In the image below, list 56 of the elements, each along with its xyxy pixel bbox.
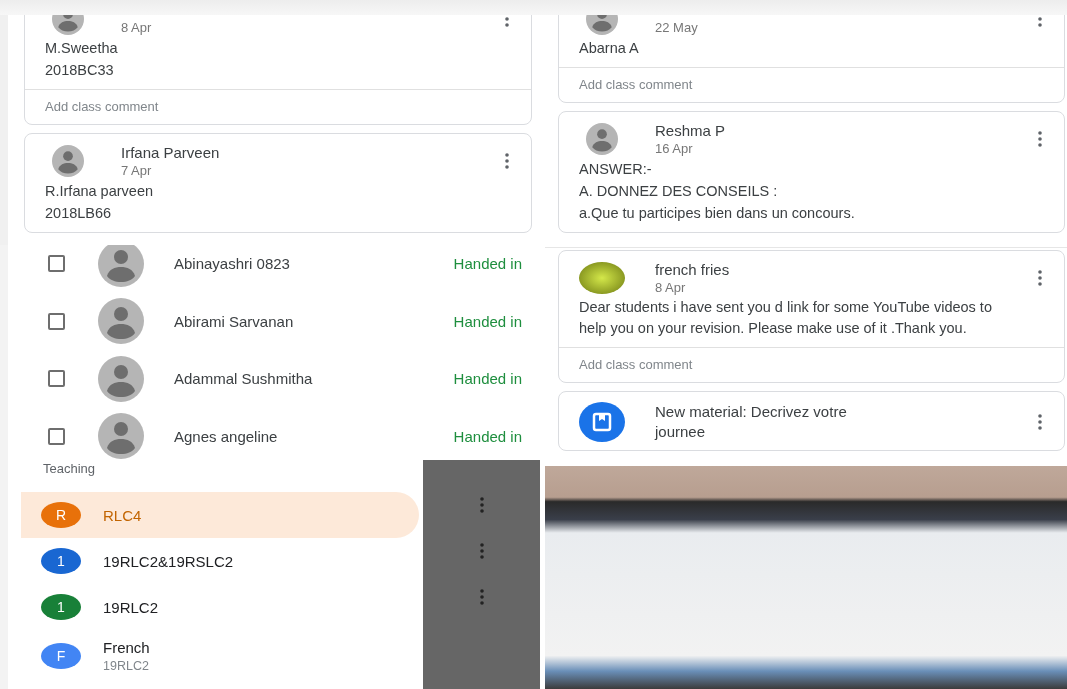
class-initial-avatar: 1 (41, 594, 81, 620)
student-name: Agnes angeline (174, 427, 279, 445)
class-initial-avatar: F (41, 643, 81, 669)
avatar-icon (98, 413, 144, 460)
more-options-icon[interactable] (1038, 270, 1042, 286)
more-options-icon[interactable] (1038, 414, 1042, 430)
post-date: 7 Apr (121, 163, 153, 178)
student-name: Abinayashri 0823 (174, 255, 291, 273)
avatar-icon (98, 355, 144, 402)
status-label: Handed in (453, 427, 522, 445)
post-text-line: R.Irfana parveen (45, 182, 154, 201)
student-name: Abirami Sarvanan (174, 312, 295, 330)
post-text-line: A. DONNEZ DES CONSEILS : (579, 182, 779, 201)
material-icon (579, 402, 625, 442)
post-text-line: 2018LB66 (45, 204, 113, 223)
class-initial-avatar: R (41, 502, 81, 528)
author-name: french fries (655, 261, 731, 278)
student-name: Adammal Sushmitha (174, 370, 314, 388)
status-label: Handed in (453, 370, 522, 388)
more-options-icon[interactable] (479, 497, 484, 513)
class-item[interactable]: 1 19RLC2&19RSLC2 (21, 538, 419, 584)
more-options-icon[interactable] (479, 589, 484, 605)
add-comment-field[interactable]: Add class comment (559, 67, 1064, 102)
post-date: 22 May (655, 20, 699, 35)
post-text-line: 2018BC33 (45, 61, 115, 80)
class-initial-avatar: 1 (41, 548, 81, 574)
post-text-line: a.Que tu participes bien dans un concours. (579, 204, 856, 223)
more-options-icon[interactable] (1038, 15, 1042, 27)
status-label: Handed in (453, 255, 522, 273)
more-options-icon[interactable] (1038, 131, 1042, 147)
avatar-photo (579, 262, 625, 294)
avatar-icon (98, 298, 144, 345)
material-title[interactable]: New material: Decrivez votre journee (655, 402, 885, 442)
avatar-icon (98, 245, 144, 287)
post-date: 16 Apr (655, 141, 694, 156)
checkbox[interactable] (48, 255, 65, 273)
more-options-icon[interactable] (479, 543, 484, 559)
class-item[interactable]: F French 19RLC2 (21, 630, 419, 682)
post-date: 8 Apr (121, 20, 153, 35)
status-label: Handed in (453, 312, 522, 330)
author-name: Irfana Parveen (121, 144, 221, 161)
author-name: Reshma P (655, 122, 727, 139)
checkbox[interactable] (48, 370, 65, 388)
post-text-line: M.Sweetha (45, 39, 119, 58)
post-text-line: Abarna A (579, 39, 640, 58)
more-options-icon[interactable] (505, 153, 509, 169)
post-text-line: ANSWER:- (579, 160, 653, 179)
more-options-icon[interactable] (505, 15, 509, 27)
checkbox[interactable] (48, 427, 65, 445)
add-comment-field[interactable]: Add class comment (25, 89, 531, 124)
class-item[interactable]: 1 19RLC2 (21, 584, 419, 630)
post-date: 8 Apr (655, 280, 687, 295)
checkbox[interactable] (48, 312, 65, 330)
section-heading: Teaching (42, 462, 97, 476)
post-text: Dear students i have sent you d link for some YouTube videos to help you on your revision. Please make use of it .Thank you. (579, 298, 993, 338)
add-comment-field[interactable]: Add class comment (559, 347, 1064, 382)
